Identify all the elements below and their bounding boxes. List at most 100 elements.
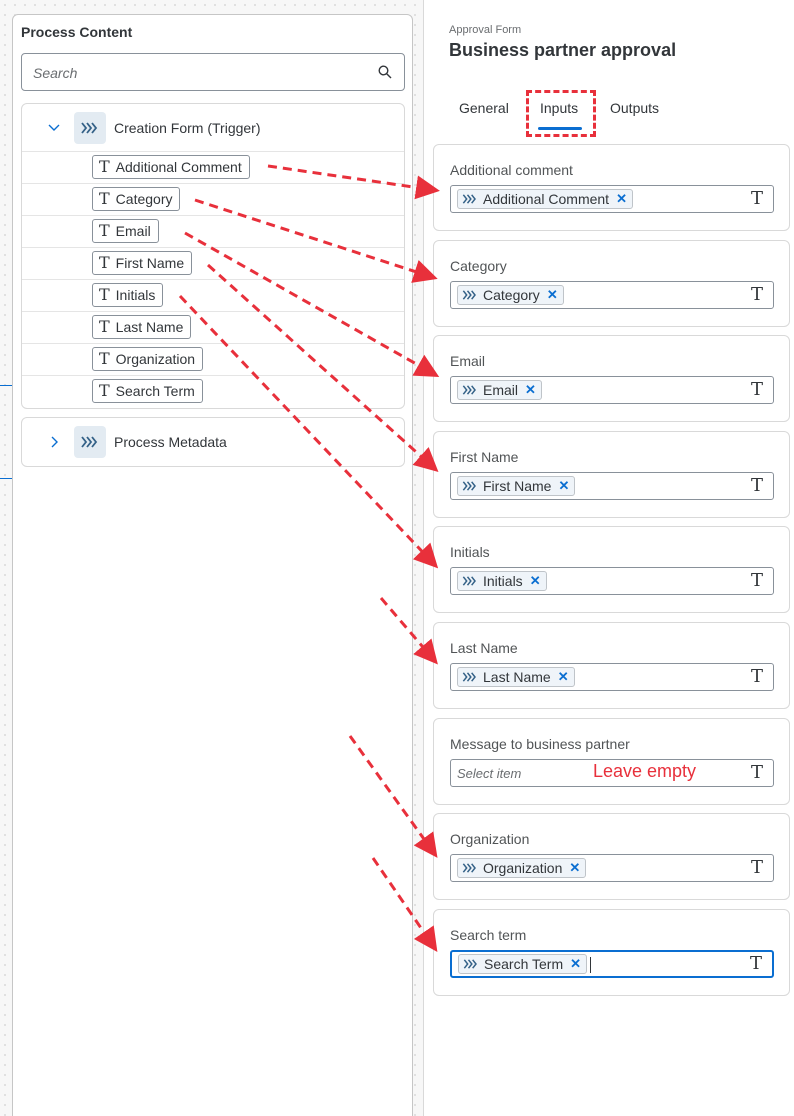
text-type-icon: T [99, 285, 110, 304]
draggable-token[interactable]: T Additional Comment [92, 155, 250, 179]
remove-token-icon[interactable]: ✕ [525, 382, 536, 398]
token-label: Organization [483, 860, 563, 876]
input-field[interactable]: Last Name ✕ T [450, 663, 774, 691]
approval-form-panel: Approval Form Business partner approval … [423, 0, 794, 1116]
input-card-message: Message to business partner Select item … [433, 718, 790, 805]
value-token: Search Term ✕ [458, 954, 588, 974]
input-field[interactable]: Organization ✕ T [450, 854, 774, 882]
remove-token-icon[interactable]: ✕ [569, 860, 580, 876]
remove-token-icon[interactable]: ✕ [558, 669, 569, 685]
remove-token-icon[interactable]: ✕ [558, 478, 569, 494]
text-type-icon: T [750, 570, 763, 591]
draggable-token[interactable]: T First Name [92, 251, 193, 275]
input-card-initials: Initials Initials ✕ T [433, 526, 790, 613]
process-flow-icon [74, 112, 106, 144]
value-token: Additional Comment ✕ [457, 189, 633, 209]
text-type-icon: T [750, 666, 763, 687]
token-label: Category [115, 191, 173, 207]
input-card-additional-comment: Additional comment Additional Comment ✕ … [433, 144, 790, 231]
token-label: Additional Comment [483, 191, 610, 207]
input-field[interactable]: Category ✕ T [450, 281, 774, 309]
tree-node-label: Process Metadata [114, 434, 227, 450]
token-label: Search Term [115, 383, 195, 399]
value-token: Category ✕ [457, 285, 564, 305]
form-kicker: Approval Form [449, 24, 522, 36]
draggable-token[interactable]: T Category [92, 187, 181, 211]
value-token: Email ✕ [457, 380, 542, 400]
remove-token-icon[interactable]: ✕ [530, 573, 541, 589]
text-type-icon: T [99, 189, 110, 208]
text-type-icon: T [750, 188, 763, 209]
input-label: Last Name [450, 640, 518, 656]
draggable-token[interactable]: T Organization [92, 347, 204, 371]
input-field[interactable]: Search Term ✕ T [450, 950, 774, 978]
tree-item-category: T Category [22, 184, 404, 216]
process-flow-icon [463, 959, 477, 969]
search-icon[interactable] [378, 65, 392, 79]
text-type-icon: T [99, 381, 110, 400]
chevron-right-icon[interactable] [46, 434, 62, 450]
text-type-icon: T [99, 253, 110, 272]
token-label: Last Name [115, 319, 184, 335]
input-label: Search term [450, 927, 527, 943]
input-field[interactable]: Select item Leave empty T [450, 759, 774, 787]
remove-token-icon[interactable]: ✕ [570, 956, 581, 972]
token-label: First Name [115, 255, 185, 271]
remove-token-icon[interactable]: ✕ [616, 191, 627, 207]
tree-item-initials: T Initials [22, 280, 404, 312]
draggable-token[interactable]: T Search Term [92, 379, 203, 403]
input-label: Message to business partner [450, 736, 630, 752]
process-flow-icon [462, 290, 476, 300]
tab-outputs[interactable]: Outputs [610, 100, 659, 116]
tab-bar: General Inputs Outputs [424, 88, 794, 137]
tree-node-process-metadata[interactable]: Process Metadata [22, 418, 404, 466]
token-label: Initials [483, 573, 523, 589]
search-placeholder: Search [33, 65, 78, 81]
token-label: Additional Comment [115, 159, 242, 175]
tree-item-last-name: T Last Name [22, 312, 404, 344]
input-label: Organization [450, 831, 530, 847]
input-card-search-term: Search term Search Term ✕ T [433, 909, 790, 996]
text-type-icon: T [99, 349, 110, 368]
value-token: Initials ✕ [457, 571, 547, 591]
annotation-highlight-box [526, 90, 596, 137]
tree-item-search-term: T Search Term [22, 376, 404, 408]
text-type-icon: T [750, 379, 763, 400]
draggable-token[interactable]: T Initials [92, 283, 164, 307]
process-flow-icon [74, 426, 106, 458]
search-input[interactable]: Search [21, 53, 405, 91]
process-flow-icon [462, 672, 476, 682]
tree-group-metadata: Process Metadata [21, 417, 405, 467]
tree-node-creation-form[interactable]: Creation Form (Trigger) [22, 104, 404, 152]
token-label: Search Term [484, 956, 564, 972]
process-flow-icon [462, 863, 476, 873]
tab-general[interactable]: General [459, 100, 509, 116]
tree-item-additional-comment: T Additional Comment [22, 152, 404, 184]
token-label: Initials [115, 287, 156, 303]
token-label: Organization [115, 351, 196, 367]
token-label: First Name [483, 478, 552, 494]
input-field[interactable]: Initials ✕ T [450, 567, 774, 595]
remove-token-icon[interactable]: ✕ [547, 287, 558, 303]
process-flow-icon [462, 481, 476, 491]
input-card-organization: Organization Organization ✕ T [433, 813, 790, 900]
value-token: Last Name ✕ [457, 667, 575, 687]
draggable-token[interactable]: T Email [92, 219, 159, 243]
input-label: Email [450, 353, 486, 369]
chevron-down-icon[interactable] [46, 120, 62, 136]
input-field[interactable]: Additional Comment ✕ T [450, 185, 774, 213]
input-placeholder: Select item [457, 766, 522, 781]
input-field[interactable]: Email ✕ T [450, 376, 774, 404]
token-label: Last Name [483, 669, 551, 685]
input-field[interactable]: First Name ✕ T [450, 472, 774, 500]
text-type-icon: T [750, 857, 763, 878]
panel-title: Process Content [21, 24, 133, 40]
text-type-icon: T [750, 475, 763, 496]
input-card-category: Category Category ✕ T [433, 240, 790, 327]
token-label: Email [483, 382, 519, 398]
token-label: Email [115, 223, 151, 239]
tree-group-trigger: Creation Form (Trigger) T Additional Comm… [21, 103, 405, 409]
draggable-token[interactable]: T Last Name [92, 315, 192, 339]
input-card-first-name: First Name First Name ✕ T [433, 431, 790, 518]
text-type-icon: T [749, 953, 762, 974]
